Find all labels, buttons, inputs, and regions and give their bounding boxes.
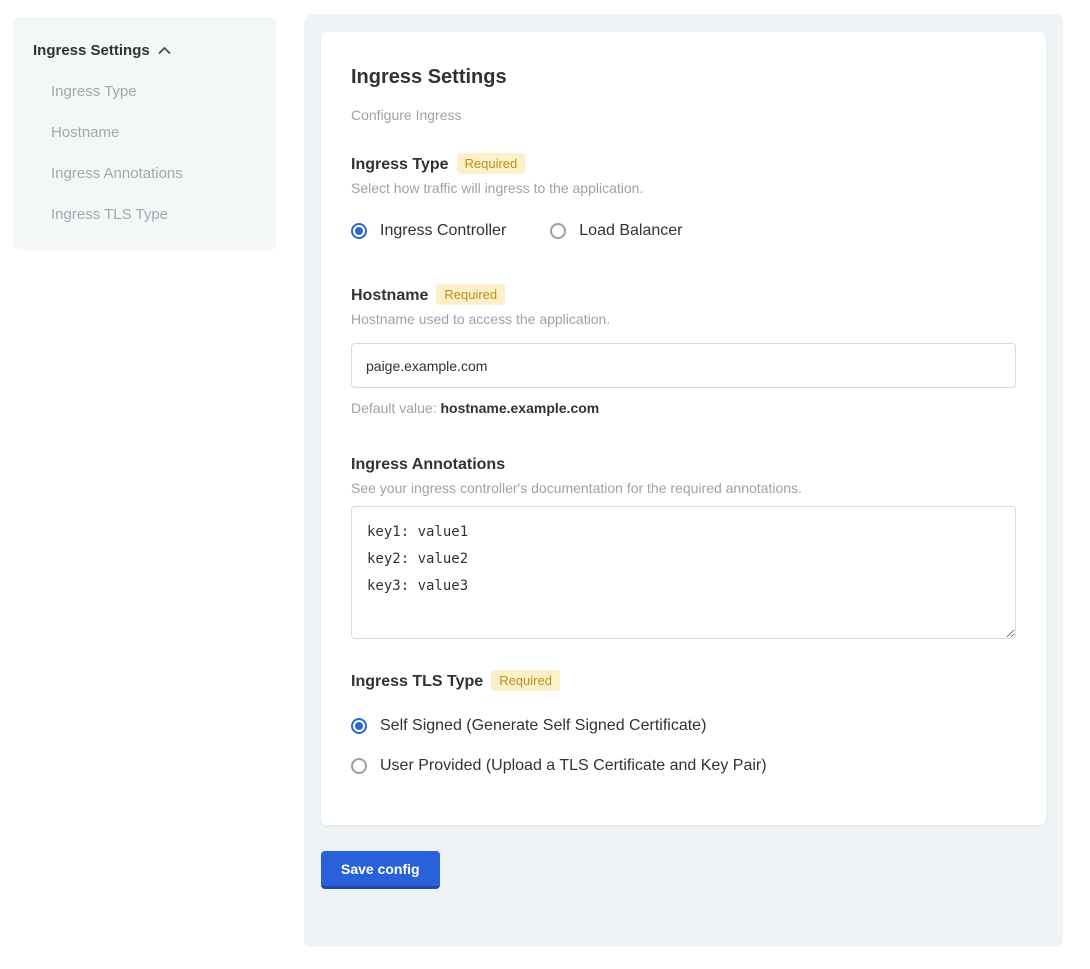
section-ingress-type: Ingress Type Required Select how traffic … — [351, 153, 1016, 240]
radio-user-provided-icon[interactable] — [351, 758, 367, 774]
sidebar-group-ingress-settings[interactable]: Ingress Settings — [33, 42, 256, 59]
hostname-help: Hostname used to access the application. — [351, 311, 1016, 327]
save-config-button[interactable]: Save config — [321, 851, 440, 889]
radio-user-provided-label: User Provided (Upload a TLS Certificate … — [380, 757, 767, 775]
sidebar-item-ingress-type[interactable]: Ingress Type — [33, 83, 256, 100]
page-title: Ingress Settings — [351, 66, 1016, 89]
config-panel: Ingress Settings Configure Ingress Ingre… — [304, 14, 1063, 947]
section-ingress-tls-type: Ingress TLS Type Required Self Signed (Ge… — [351, 670, 1016, 775]
hostname-input[interactable] — [351, 343, 1016, 388]
sidebar-item-ingress-tls-type[interactable]: Ingress TLS Type — [33, 206, 256, 223]
radio-ingress-controller-label: Ingress Controller — [380, 222, 506, 240]
hostname-default-label: Default value: — [351, 400, 437, 416]
ingress-type-help: Select how traffic will ingress to the a… — [351, 180, 1016, 196]
required-badge: Required — [457, 153, 526, 174]
radio-ingress-controller-icon[interactable] — [351, 223, 367, 239]
required-badge: Required — [491, 670, 560, 691]
ingress-tls-type-label: Ingress TLS Type — [351, 673, 483, 690]
ingress-tls-radio-group: Self Signed (Generate Self Signed Certif… — [351, 717, 1016, 775]
required-badge: Required — [436, 284, 505, 305]
radio-load-balancer-label: Load Balancer — [579, 222, 682, 240]
radio-option-load-balancer[interactable]: Load Balancer — [550, 222, 682, 240]
ingress-annotations-textarea[interactable]: key1: value1 key2: value2 key3: value3 — [351, 506, 1016, 639]
radio-load-balancer-icon[interactable] — [550, 223, 566, 239]
ingress-type-label: Ingress Type — [351, 156, 449, 173]
radio-self-signed-label: Self Signed (Generate Self Signed Certif… — [380, 717, 706, 735]
config-sidebar: Ingress Settings Ingress Type Hostname I… — [13, 17, 276, 250]
hostname-default-value: hostname.example.com — [441, 400, 600, 416]
hostname-default-line: Default value: hostname.example.com — [351, 400, 1016, 416]
radio-option-self-signed[interactable]: Self Signed (Generate Self Signed Certif… — [351, 717, 1016, 735]
hostname-label: Hostname — [351, 287, 428, 304]
page-subtitle: Configure Ingress — [351, 107, 1016, 123]
section-ingress-annotations: Ingress Annotations See your ingress con… — [351, 456, 1016, 644]
ingress-type-radio-group: Ingress Controller Load Balancer — [351, 222, 1016, 240]
sidebar-item-ingress-annotations[interactable]: Ingress Annotations — [33, 165, 256, 182]
ingress-annotations-help: See your ingress controller's documentat… — [351, 480, 1016, 496]
radio-option-user-provided[interactable]: User Provided (Upload a TLS Certificate … — [351, 757, 1016, 775]
config-card: Ingress Settings Configure Ingress Ingre… — [321, 32, 1046, 825]
ingress-annotations-label: Ingress Annotations — [351, 456, 505, 473]
section-hostname: Hostname Required Hostname used to access… — [351, 284, 1016, 416]
sidebar-item-hostname[interactable]: Hostname — [33, 124, 256, 141]
radio-option-ingress-controller[interactable]: Ingress Controller — [351, 222, 506, 240]
chevron-up-icon — [158, 42, 171, 59]
sidebar-group-label: Ingress Settings — [33, 42, 150, 59]
radio-self-signed-icon[interactable] — [351, 718, 367, 734]
